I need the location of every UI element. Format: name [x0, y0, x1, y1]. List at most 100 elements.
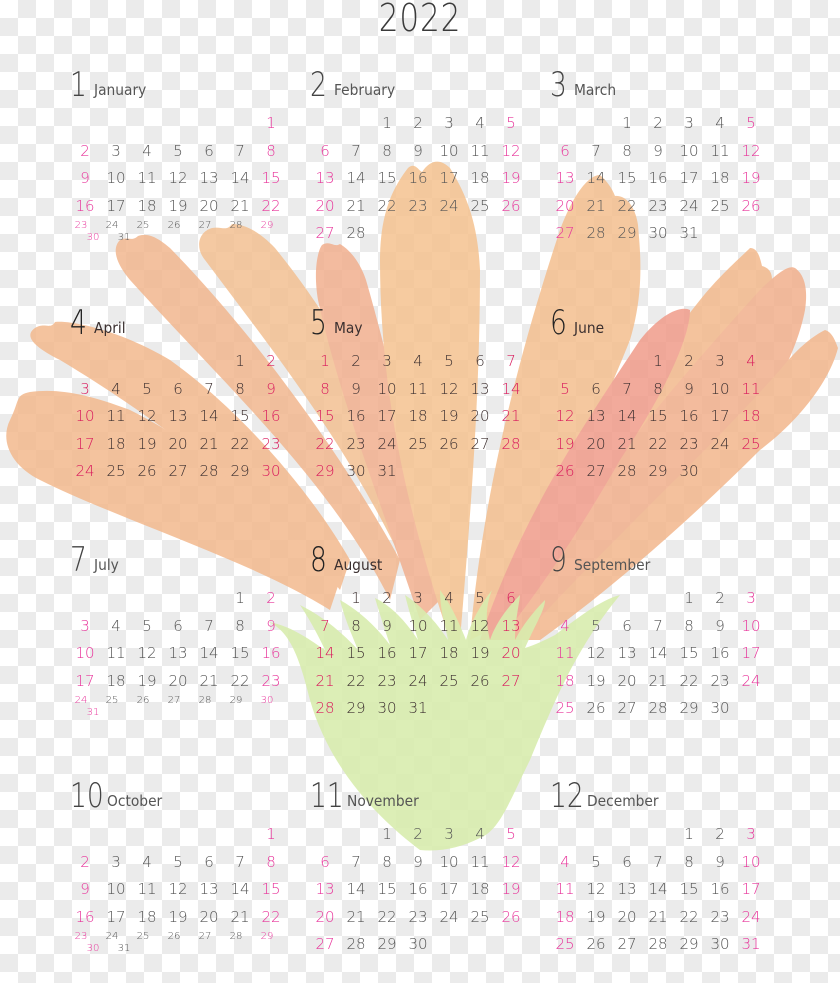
- calendar-day[interactable]: 5: [163, 853, 193, 871]
- calendar-day[interactable]: 12: [496, 853, 526, 871]
- calendar-day[interactable]: 20: [310, 197, 340, 215]
- calendar-day[interactable]: 21: [341, 908, 371, 926]
- calendar-day[interactable]: 23: [674, 435, 704, 453]
- calendar-day[interactable]: 26: [434, 435, 464, 453]
- calendar-day[interactable]: 10: [434, 142, 464, 160]
- calendar-day[interactable]: 30: [256, 462, 286, 480]
- calendar-day[interactable]: 5: [163, 142, 193, 160]
- calendar-day[interactable]: 28: [310, 699, 340, 717]
- calendar-day[interactable]: 17: [70, 435, 100, 453]
- calendar-day[interactable]: 27: [612, 935, 642, 953]
- calendar-day[interactable]: 26: [465, 672, 495, 690]
- calendar-day[interactable]: 11: [550, 880, 580, 898]
- calendar-day[interactable]: 11: [434, 617, 464, 635]
- calendar-day[interactable]: 8: [256, 853, 286, 871]
- calendar-day[interactable]: 22: [256, 908, 286, 926]
- calendar-day[interactable]: 21: [643, 672, 673, 690]
- calendar-day[interactable]: 31: [674, 224, 704, 242]
- calendar-day[interactable]: 7: [310, 617, 340, 635]
- calendar-day[interactable]: 26: [496, 197, 526, 215]
- calendar-day[interactable]: 20: [310, 908, 340, 926]
- calendar-day[interactable]: 9: [705, 853, 735, 871]
- calendar-day[interactable]: 2: [705, 589, 735, 607]
- calendar-day[interactable]: 29: [258, 931, 276, 943]
- calendar-day[interactable]: 5: [736, 114, 766, 132]
- calendar-day[interactable]: 25: [103, 695, 121, 707]
- calendar-day[interactable]: 23: [643, 197, 673, 215]
- calendar-day[interactable]: 18: [101, 435, 131, 453]
- calendar-day[interactable]: 26: [581, 699, 611, 717]
- calendar-day[interactable]: 16: [372, 644, 402, 662]
- calendar-day[interactable]: 18: [403, 407, 433, 425]
- calendar-day[interactable]: 21: [341, 197, 371, 215]
- calendar-day[interactable]: 16: [256, 407, 286, 425]
- calendar-day[interactable]: 10: [101, 169, 131, 187]
- calendar-day[interactable]: 28: [612, 462, 642, 480]
- calendar-day[interactable]: 4: [101, 380, 131, 398]
- calendar-day[interactable]: 25: [134, 220, 152, 232]
- calendar-day[interactable]: 7: [581, 142, 611, 160]
- calendar-day[interactable]: 10: [101, 880, 131, 898]
- calendar-day[interactable]: 3: [372, 352, 402, 370]
- calendar-day[interactable]: 12: [163, 880, 193, 898]
- calendar-day[interactable]: 16: [70, 908, 100, 926]
- calendar-day[interactable]: 17: [403, 644, 433, 662]
- calendar-day[interactable]: 4: [132, 853, 162, 871]
- calendar-day[interactable]: 3: [434, 114, 464, 132]
- calendar-day[interactable]: 17: [434, 880, 464, 898]
- calendar-day[interactable]: 29: [227, 695, 245, 707]
- calendar-day[interactable]: 1: [341, 589, 371, 607]
- calendar-day[interactable]: 9: [403, 853, 433, 871]
- calendar-day[interactable]: 15: [674, 880, 704, 898]
- calendar-day[interactable]: 11: [403, 380, 433, 398]
- calendar-day[interactable]: 4: [705, 114, 735, 132]
- calendar-day[interactable]: 30: [372, 699, 402, 717]
- calendar-day[interactable]: 22: [341, 672, 371, 690]
- calendar-day[interactable]: 8: [225, 617, 255, 635]
- calendar-day[interactable]: 27: [196, 931, 214, 943]
- calendar-day[interactable]: 26: [496, 908, 526, 926]
- calendar-day[interactable]: 17: [736, 644, 766, 662]
- calendar-day[interactable]: 20: [163, 435, 193, 453]
- calendar-day[interactable]: 30: [258, 695, 276, 707]
- calendar-day[interactable]: 2: [256, 352, 286, 370]
- calendar-day[interactable]: 18: [132, 197, 162, 215]
- calendar-day[interactable]: 25: [550, 935, 580, 953]
- calendar-day[interactable]: 21: [225, 197, 255, 215]
- calendar-day[interactable]: 2: [705, 825, 735, 843]
- calendar-day[interactable]: 19: [163, 908, 193, 926]
- calendar-day[interactable]: 13: [194, 880, 224, 898]
- calendar-day[interactable]: 27: [581, 462, 611, 480]
- calendar-day[interactable]: 12: [550, 407, 580, 425]
- calendar-day[interactable]: 15: [674, 644, 704, 662]
- calendar-day[interactable]: 16: [643, 169, 673, 187]
- calendar-day[interactable]: 2: [372, 589, 402, 607]
- calendar-day[interactable]: 16: [705, 644, 735, 662]
- calendar-day[interactable]: 30: [705, 935, 735, 953]
- calendar-day[interactable]: 23: [72, 220, 90, 232]
- calendar-day[interactable]: 30: [84, 943, 102, 955]
- calendar-day[interactable]: 26: [165, 220, 183, 232]
- calendar-day[interactable]: 2: [403, 825, 433, 843]
- calendar-day[interactable]: 19: [581, 908, 611, 926]
- calendar-day[interactable]: 9: [70, 880, 100, 898]
- calendar-day[interactable]: 26: [132, 462, 162, 480]
- calendar-day[interactable]: 29: [372, 935, 402, 953]
- calendar-day[interactable]: 9: [643, 142, 673, 160]
- calendar-day[interactable]: 12: [736, 142, 766, 160]
- calendar-day[interactable]: 29: [258, 220, 276, 232]
- calendar-day[interactable]: 27: [165, 695, 183, 707]
- calendar-day[interactable]: 22: [674, 672, 704, 690]
- calendar-day[interactable]: 31: [84, 707, 102, 719]
- calendar-day[interactable]: 29: [225, 462, 255, 480]
- calendar-day[interactable]: 1: [225, 589, 255, 607]
- calendar-day[interactable]: 10: [736, 853, 766, 871]
- calendar-day[interactable]: 18: [434, 644, 464, 662]
- calendar-day[interactable]: 16: [70, 197, 100, 215]
- calendar-day[interactable]: 15: [372, 880, 402, 898]
- calendar-day[interactable]: 11: [736, 380, 766, 398]
- calendar-day[interactable]: 26: [550, 462, 580, 480]
- calendar-day[interactable]: 21: [581, 197, 611, 215]
- calendar-day[interactable]: 12: [465, 617, 495, 635]
- calendar-day[interactable]: 19: [132, 672, 162, 690]
